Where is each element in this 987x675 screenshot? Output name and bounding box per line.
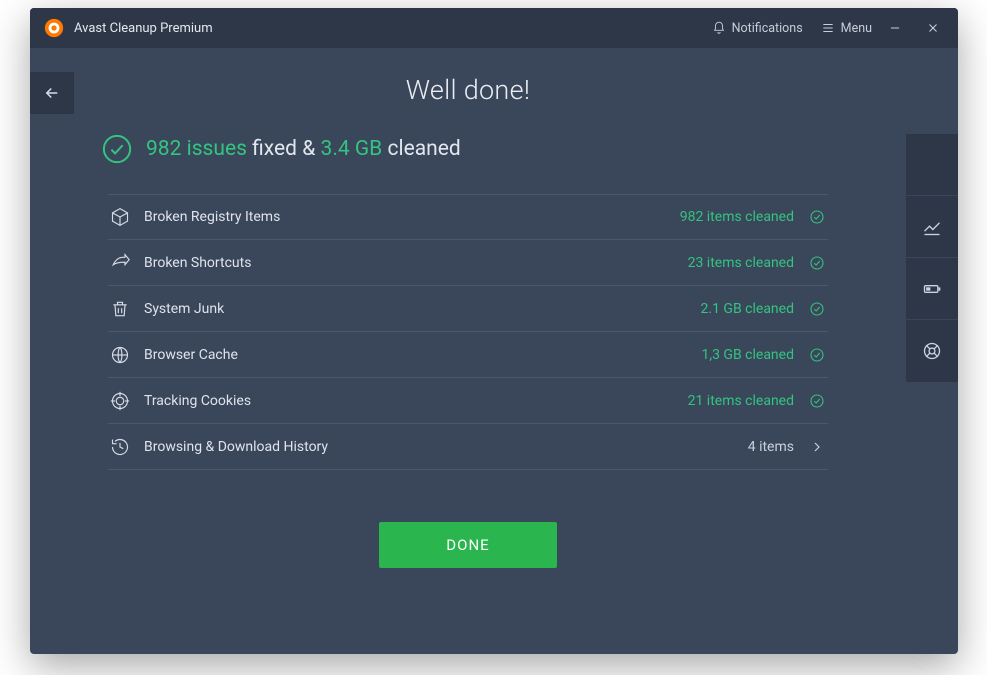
rail-support-button[interactable] [906, 320, 958, 382]
notifications-button[interactable]: Notifications [712, 21, 803, 36]
check-circle-icon [808, 392, 826, 410]
result-row-label: Tracking Cookies [144, 393, 674, 409]
content-area: Well done! 982 issues fixed & 3.4 GB cle… [30, 48, 906, 654]
share-icon [110, 253, 130, 273]
result-row-label: System Junk [144, 301, 687, 317]
result-row: Tracking Cookies 21 items cleaned [108, 378, 828, 424]
menu-label: Menu [841, 21, 872, 36]
rail-battery-button[interactable] [906, 258, 958, 320]
result-row-label: Broken Shortcuts [144, 255, 674, 271]
result-row: Browser Cache 1,3 GB cleaned [108, 332, 828, 378]
cube-icon [110, 207, 130, 227]
page-title: Well done! [406, 74, 531, 106]
target-icon [110, 391, 130, 411]
app-window: Avast Cleanup Premium Notifications Menu… [30, 8, 958, 654]
result-row-value: 23 items cleaned [688, 255, 794, 271]
result-row: Broken Registry Items 982 items cleaned [108, 194, 828, 240]
rail-grid-button[interactable] [906, 134, 958, 196]
success-check-icon [102, 134, 132, 164]
result-row[interactable]: Browsing & Download History 4 items [108, 424, 828, 470]
close-button[interactable] [918, 13, 948, 43]
back-button[interactable] [30, 72, 74, 114]
summary-size: 3.4 GB [321, 137, 383, 161]
minimize-button[interactable] [880, 13, 910, 43]
result-row-label: Browsing & Download History [144, 439, 734, 455]
done-button-label: DONE [446, 536, 489, 554]
title-bar: Avast Cleanup Premium Notifications Menu [30, 8, 958, 48]
body: Well done! 982 issues fixed & 3.4 GB cle… [30, 48, 958, 654]
rail-chart-button[interactable] [906, 196, 958, 258]
check-circle-icon [808, 300, 826, 318]
result-row-value: 4 items [748, 439, 794, 455]
menu-button[interactable]: Menu [821, 21, 872, 36]
result-row-label: Broken Registry Items [144, 209, 666, 225]
summary-issues-count: 982 issues [146, 137, 247, 161]
history-icon [110, 437, 130, 457]
trash-icon [110, 299, 130, 319]
result-row-label: Browser Cache [144, 347, 687, 363]
result-row-value: 1,3 GB cleaned [701, 347, 794, 363]
summary-amp: & [302, 137, 315, 161]
check-circle-icon [808, 254, 826, 272]
right-rail [906, 134, 958, 382]
results-list: Broken Registry Items982 items cleanedBr… [108, 194, 828, 470]
chevron-right-icon [808, 438, 826, 456]
done-button[interactable]: DONE [379, 522, 557, 568]
globe-icon [110, 345, 130, 365]
app-logo-icon [44, 18, 64, 38]
result-row: System Junk 2.1 GB cleaned [108, 286, 828, 332]
summary-fixed-word: fixed [252, 137, 297, 161]
summary-text: 982 issues fixed & 3.4 GB cleaned [146, 137, 461, 161]
summary-cleaned-word: cleaned [388, 137, 461, 161]
notifications-label: Notifications [732, 21, 803, 36]
app-title: Avast Cleanup Premium [74, 21, 213, 36]
check-circle-icon [808, 208, 826, 226]
result-row: Broken Shortcuts 23 items cleaned [108, 240, 828, 286]
result-row-value: 982 items cleaned [680, 209, 794, 225]
check-circle-icon [808, 346, 826, 364]
summary-row: 982 issues fixed & 3.4 GB cleaned [102, 134, 461, 164]
result-row-value: 21 items cleaned [688, 393, 794, 409]
result-row-value: 2.1 GB cleaned [701, 301, 794, 317]
